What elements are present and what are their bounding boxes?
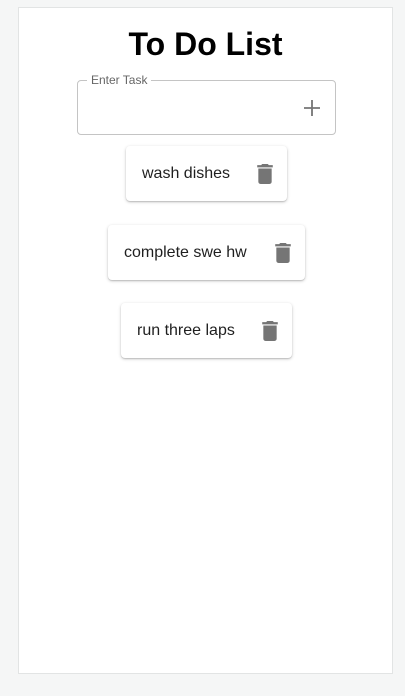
trash-icon [275, 242, 291, 263]
page-title: To Do List [128, 26, 283, 62]
delete-todo-button[interactable] [271, 241, 295, 265]
delete-todo-button[interactable] [253, 162, 277, 186]
todo-text: wash dishes [142, 164, 231, 182]
add-task-button[interactable] [299, 95, 325, 121]
plus-icon [304, 100, 320, 116]
trash-icon [262, 320, 278, 341]
task-input[interactable] [92, 95, 292, 121]
task-field-label: Enter Task [87, 73, 152, 87]
delete-todo-button[interactable] [258, 319, 282, 343]
todo-app-card: To Do List Enter Task wash dishes comple… [18, 7, 393, 674]
todo-item: complete swe hw [108, 225, 305, 280]
task-field[interactable]: Enter Task [77, 73, 336, 135]
trash-icon [257, 163, 273, 184]
todo-text: run three laps [137, 321, 235, 339]
todo-item: wash dishes [126, 146, 287, 201]
todo-text: complete swe hw [124, 243, 247, 261]
todo-item: run three laps [121, 303, 292, 358]
